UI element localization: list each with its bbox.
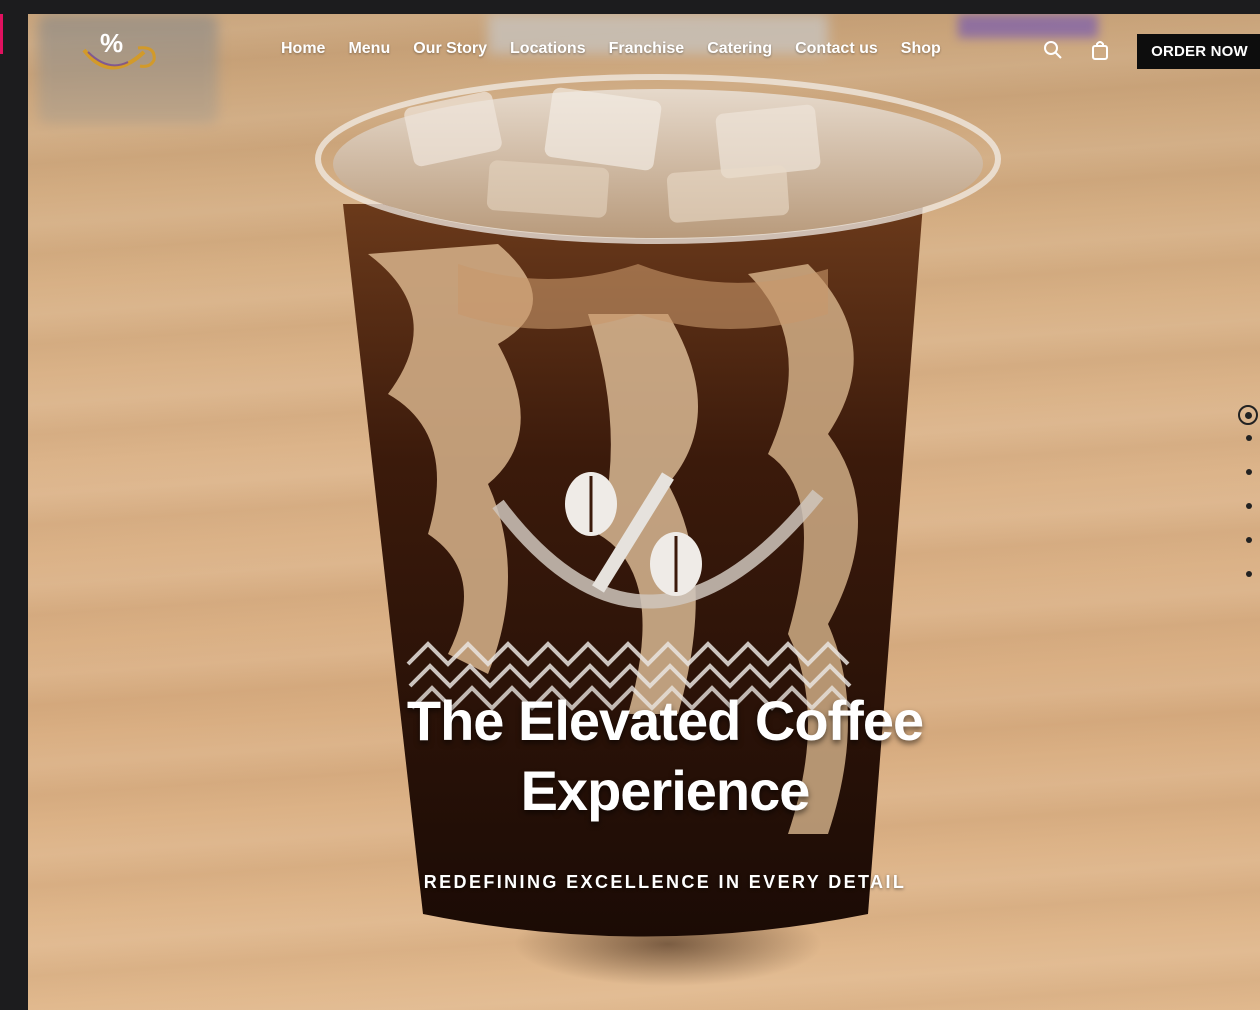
svg-text:%: % xyxy=(100,28,123,58)
search-button[interactable] xyxy=(1041,38,1065,62)
nav-link-menu[interactable]: Menu xyxy=(348,40,390,58)
hero-title-line-1: The Elevated Coffee xyxy=(406,689,924,752)
order-now-button[interactable]: ORDER NOW xyxy=(1137,34,1260,69)
nav-link-shop[interactable]: Shop xyxy=(901,40,941,58)
slider-dot[interactable] xyxy=(1246,435,1252,441)
hero-title-line-2: Experience xyxy=(520,759,811,822)
cart-button[interactable] xyxy=(1088,38,1112,62)
slider-dot[interactable] xyxy=(1246,469,1252,475)
nav-link-locations[interactable]: Locations xyxy=(510,40,586,58)
nav-link-catering[interactable]: Catering xyxy=(707,40,772,58)
search-icon xyxy=(1044,41,1062,59)
percent-smile-logo-icon[interactable]: % xyxy=(78,22,158,78)
nav-link-our-story[interactable]: Our Story xyxy=(413,40,487,58)
main-nav-links: Home Menu Our Story Locations Franchise … xyxy=(281,40,964,58)
slider-dot[interactable] xyxy=(1246,503,1252,509)
hero-title: The Elevated Coffee Experience xyxy=(360,686,970,826)
top-navigation: % Home Menu Our Story Locations Franchis… xyxy=(28,14,1260,88)
left-accent-bar xyxy=(0,14,3,54)
slider-dot-active[interactable] xyxy=(1238,405,1258,425)
hero-viewport xyxy=(28,14,1260,1010)
hero-coffee-cup-image xyxy=(315,74,1001,937)
slider-dot[interactable] xyxy=(1246,571,1252,577)
nav-link-franchise[interactable]: Franchise xyxy=(609,40,685,58)
nav-link-home[interactable]: Home xyxy=(281,40,325,58)
slider-dot[interactable] xyxy=(1246,537,1252,543)
nav-link-contact-us[interactable]: Contact us xyxy=(795,40,878,58)
hero-subtitle: REDEFINING EXCELLENCE IN EVERY DETAIL xyxy=(423,872,907,892)
shopping-bag-icon xyxy=(1092,41,1108,60)
hero-slider-pagination xyxy=(1238,405,1260,605)
